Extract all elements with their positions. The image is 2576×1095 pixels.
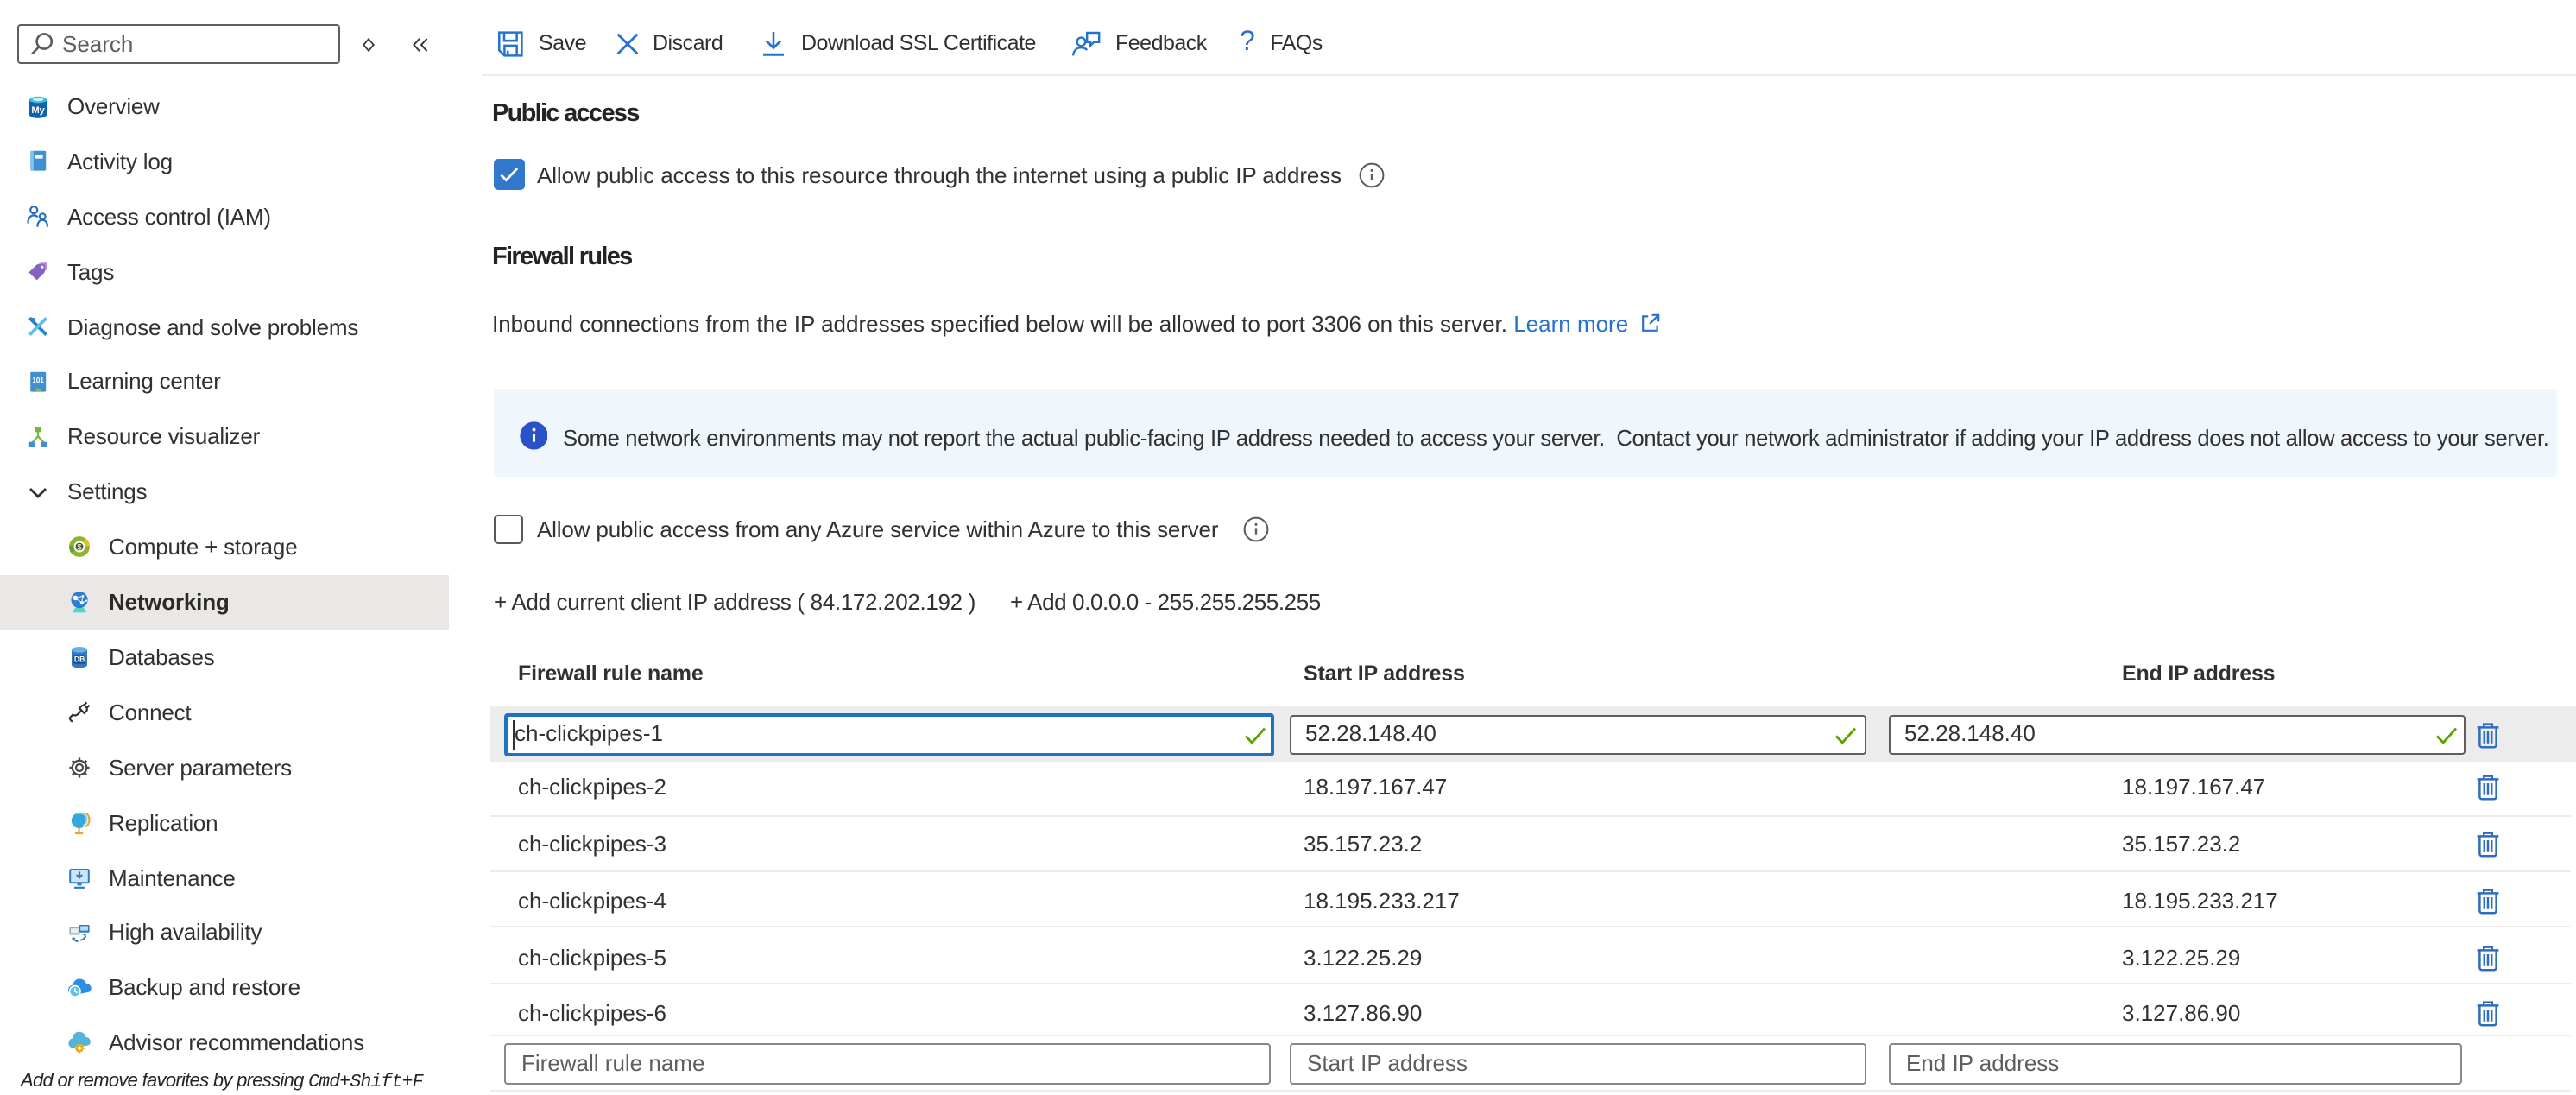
svg-text:My: My (31, 104, 45, 115)
svg-text:DB: DB (74, 655, 85, 663)
svg-text:$: $ (78, 543, 82, 552)
svg-text:101: 101 (32, 376, 44, 384)
